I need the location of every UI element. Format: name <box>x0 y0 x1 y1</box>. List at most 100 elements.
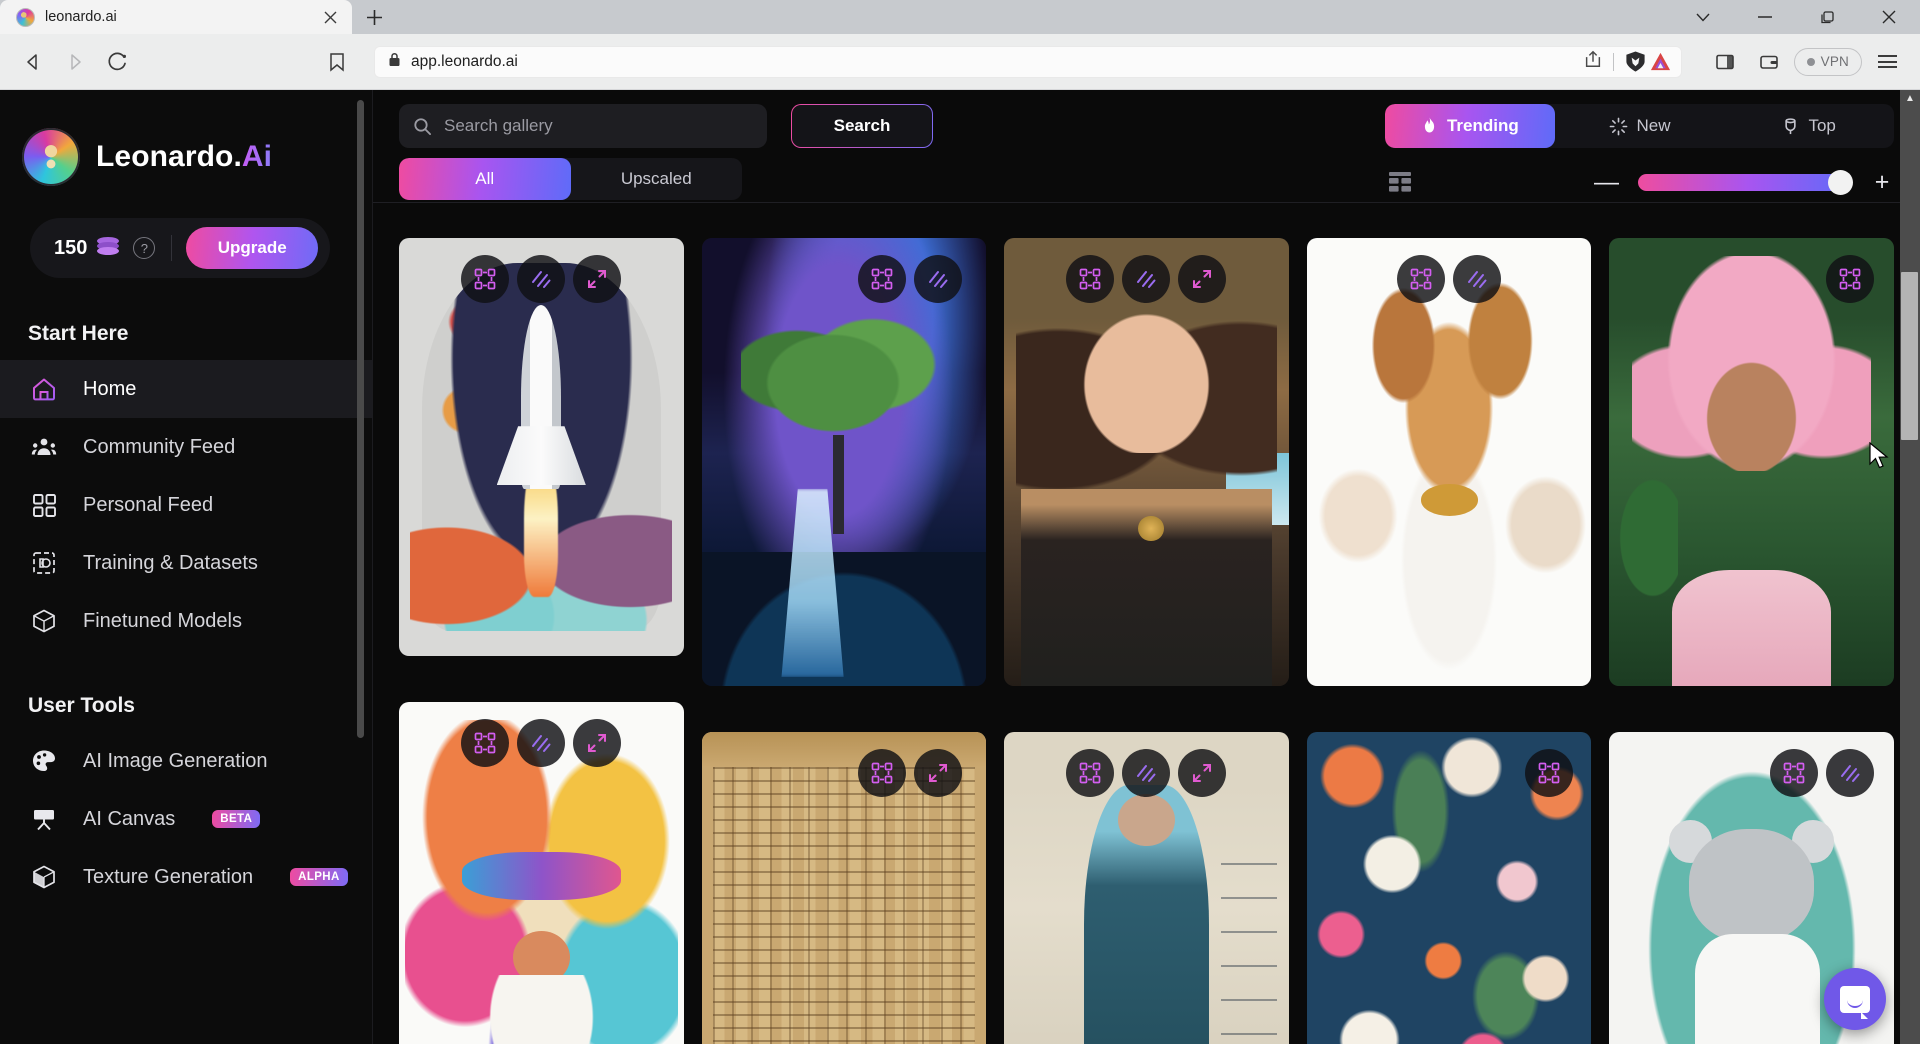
search-field-wrapper[interactable] <box>399 104 767 148</box>
vpn-label: VPN <box>1820 54 1849 69</box>
browser-tab-strip: leonardo.ai <box>0 0 1920 34</box>
image-variations-icon[interactable] <box>1122 749 1171 797</box>
home-icon <box>30 375 58 403</box>
flame-icon <box>1421 117 1438 136</box>
app-sidebar: Leonardo.Ai 150 ? Upgrade Start Here Hom… <box>0 90 373 1044</box>
sidebar-scrollbar[interactable] <box>357 100 364 738</box>
gallery-card-floral-pattern-on-navy[interactable] <box>1306 732 1592 1044</box>
chip-training-icon <box>30 549 58 577</box>
window-close-icon[interactable] <box>1858 0 1920 34</box>
brave-lion-shield-icon[interactable] <box>1624 50 1647 73</box>
browser-tab[interactable]: leonardo.ai <box>0 0 352 34</box>
people-group-icon <box>30 433 58 461</box>
artwork-image <box>701 238 987 686</box>
image-variations-icon[interactable] <box>1826 749 1874 797</box>
zoom-slider[interactable] <box>1638 169 1853 195</box>
card-action-buttons <box>1066 255 1227 303</box>
expand-fullscreen-icon[interactable] <box>573 719 622 767</box>
upscale-grid-icon[interactable] <box>1066 749 1115 797</box>
texture-cube-icon <box>30 863 58 891</box>
leonardo-extension-icon[interactable] <box>1649 50 1672 73</box>
sort-tab-label: Top <box>1808 116 1836 135</box>
sidebar-panel-icon[interactable] <box>1706 43 1744 81</box>
zoom-out-button[interactable]: — <box>1594 169 1619 195</box>
upscale-grid-icon[interactable] <box>461 719 510 767</box>
tab-upscaled[interactable]: Upscaled <box>571 158 743 200</box>
gallery-card-colorful-lion-with-sunglasses[interactable] <box>399 702 684 1044</box>
gallery-view-controls: Trending New Top — + <box>1385 104 1894 202</box>
gallery-card-pink-haired-fairy-portrait[interactable] <box>1609 238 1894 686</box>
close-icon[interactable] <box>318 5 342 29</box>
vpn-status-badge[interactable]: VPN <box>1793 47 1862 76</box>
gallery-filter-tabs: All Upscaled <box>399 158 742 200</box>
zoom-in-button[interactable]: + <box>1870 169 1894 195</box>
image-variations-icon[interactable] <box>1122 255 1171 303</box>
expand-fullscreen-icon[interactable] <box>1178 749 1227 797</box>
share-icon[interactable] <box>1583 49 1603 74</box>
gallery-card-blue-haired-warrior-character-sheet[interactable] <box>1004 732 1289 1044</box>
sidebar-item-community-feed[interactable]: Community Feed <box>0 418 373 476</box>
expand-fullscreen-icon[interactable] <box>573 255 622 303</box>
tab-trending[interactable]: Trending <box>1385 104 1555 148</box>
sidebar-item-ai-canvas[interactable]: AI Canvas BETA <box>0 790 373 848</box>
scroll-up-arrow-icon[interactable]: ▲ <box>1903 94 1917 104</box>
easel-icon <box>30 805 58 833</box>
image-variations-icon[interactable] <box>914 255 963 303</box>
gallery-card-egyptian-hieroglyphics-scroll[interactable] <box>701 732 987 1044</box>
reload-icon[interactable] <box>98 43 136 81</box>
gallery-card-cosmic-tree-waterfall-landscape[interactable] <box>701 238 987 686</box>
upscale-grid-icon[interactable] <box>858 255 907 303</box>
upscale-grid-icon[interactable] <box>1397 255 1446 303</box>
sidebar-item-finetuned-models[interactable]: Finetuned Models <box>0 592 373 650</box>
vpn-status-dot <box>1806 57 1815 66</box>
upscale-grid-icon[interactable] <box>1525 749 1574 797</box>
sidebar-item-personal-feed[interactable]: Personal Feed <box>0 476 373 534</box>
expand-fullscreen-icon[interactable] <box>914 749 963 797</box>
intercom-chat-icon[interactable] <box>1824 968 1886 1030</box>
tab-new[interactable]: New <box>1555 104 1725 148</box>
sidebar-item-home[interactable]: Home <box>0 360 373 418</box>
upscale-grid-icon[interactable] <box>858 749 907 797</box>
search-button[interactable]: Search <box>791 104 933 148</box>
sidebar-item-texture-generation[interactable]: Texture Generation ALPHA <box>0 848 373 906</box>
card-action-buttons <box>461 719 622 767</box>
upscale-grid-icon[interactable] <box>1770 749 1818 797</box>
maximize-icon[interactable] <box>1796 0 1858 34</box>
grid-layout-icon[interactable] <box>1389 172 1411 192</box>
divider <box>1612 52 1614 71</box>
page-scrollbar-track[interactable]: ▲ <box>1900 90 1920 1044</box>
sidebar-item-ai-image-generation[interactable]: AI Image Generation <box>0 732 373 790</box>
search-input[interactable] <box>444 116 753 136</box>
sort-tab-label: New <box>1636 116 1671 135</box>
gallery-card-chihuahua-watercolor-portrait[interactable] <box>1306 238 1592 686</box>
upscale-grid-icon[interactable] <box>461 255 510 303</box>
leonardo-logo-icon <box>22 128 80 186</box>
back-arrow-icon[interactable] <box>14 43 52 81</box>
page-scrollbar-thumb[interactable] <box>1901 272 1918 440</box>
image-variations-icon[interactable] <box>517 255 566 303</box>
gallery-card-space-shuttle-launch-illustration[interactable] <box>399 238 684 656</box>
bookmark-icon[interactable] <box>318 43 356 81</box>
zoom-slider-handle[interactable] <box>1828 169 1853 195</box>
chevron-down-icon[interactable] <box>1672 0 1734 34</box>
sidebar-item-training-datasets[interactable]: Training & Datasets <box>0 534 373 592</box>
image-variations-icon[interactable] <box>517 719 566 767</box>
hamburger-menu-icon[interactable] <box>1868 43 1906 81</box>
brand-logo[interactable]: Leonardo.Ai <box>0 90 373 186</box>
brave-wallet-icon[interactable] <box>1750 43 1788 81</box>
expand-fullscreen-icon[interactable] <box>1178 255 1227 303</box>
image-variations-icon[interactable] <box>1453 255 1502 303</box>
upgrade-button[interactable]: Upgrade <box>186 227 318 269</box>
gallery-card-woman-portrait-gold-pendant[interactable] <box>1004 238 1289 686</box>
artwork-image <box>1004 238 1289 686</box>
upscale-grid-icon[interactable] <box>1826 255 1874 303</box>
upscale-grid-icon[interactable] <box>1066 255 1115 303</box>
lock-icon <box>388 52 401 72</box>
tab-top[interactable]: Top <box>1724 104 1894 148</box>
url-bar[interactable]: app.leonardo.ai <box>374 45 1682 78</box>
minimize-icon[interactable] <box>1734 0 1796 34</box>
browser-toolbar-right: VPN <box>1694 43 1906 81</box>
tab-all[interactable]: All <box>399 158 571 200</box>
new-tab-button[interactable] <box>356 2 392 32</box>
question-mark-icon[interactable]: ? <box>133 237 156 259</box>
